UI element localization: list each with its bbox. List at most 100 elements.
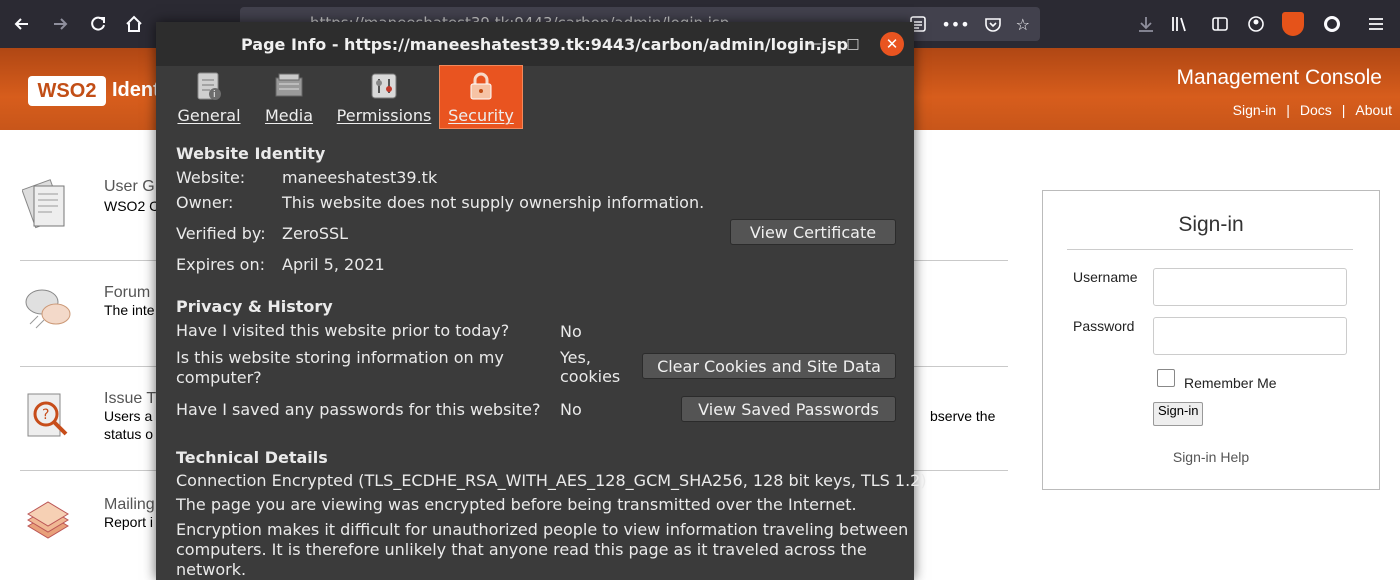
website-identity-heading: Website Identity [176,144,326,163]
arrow-left-icon [14,18,28,30]
header-nav: Sign-in | Docs | About [1233,102,1392,118]
row-title[interactable]: Mailing [104,496,155,514]
remember-me-checkbox[interactable] [1157,369,1175,387]
visited-question: Have I visited this website prior to tod… [176,321,510,340]
visited-answer: No [560,322,582,341]
passwords-answer: No [560,400,582,419]
row-desc: The inte [104,302,155,318]
account-button[interactable] [1238,6,1274,42]
more-actions-icon[interactable]: ••• [941,15,969,34]
reload-button[interactable] [80,6,116,42]
storing-question-line1: Is this website storing information on m… [176,348,504,367]
tab-permissions[interactable]: Permissions [336,66,432,128]
tab-media-label: Media [264,106,314,125]
forum-icon [25,289,71,329]
username-input[interactable] [1153,268,1347,306]
row-title[interactable]: User G [104,178,155,196]
library-button[interactable] [1162,6,1198,42]
encryption-desc-line3: network. [176,560,247,579]
row-desc: Report i [104,514,154,530]
owner-label: Owner: [176,193,234,212]
signin-title: Sign-in [1178,213,1244,236]
tab-general-label: General [177,106,241,125]
tab-media[interactable]: Media [264,66,314,128]
owner-value: This website does not supply ownership i… [282,193,705,212]
tab-general[interactable]: i General [177,66,241,128]
page-info-dialog: Page Info - https://maneeshatest39.tk:94… [156,22,927,580]
row-title[interactable]: Issue T [104,390,156,408]
storing-question-line2: computer? [176,368,262,387]
home-icon [126,15,142,32]
username-label: Username [1073,269,1138,285]
technical-details-heading: Technical Details [176,448,328,467]
verified-by-label: Verified by: [176,224,266,243]
reload-icon [91,16,105,31]
back-button[interactable] [4,6,40,42]
library-icon [1172,17,1186,32]
extension-button[interactable] [1314,6,1350,42]
media-icon [275,73,303,97]
lock-icon [470,72,492,100]
signin-help-link[interactable]: Sign-in Help [1043,449,1379,465]
verified-by-value: ZeroSSL [282,224,349,243]
connection-encrypted-text: Connection Encrypted (TLS_ECDHE_RSA_WITH… [176,471,927,490]
tab-security[interactable]: Security [439,65,523,129]
encryption-desc-line1: Encryption makes it difficult for unauth… [176,520,909,539]
storing-answer-line2: cookies [560,367,621,386]
row-desc: WSO2 C [104,198,160,214]
clear-cookies-button[interactable]: Clear Cookies and Site Data [642,353,896,379]
wso2-logo: WSO2 [28,76,106,106]
passwords-question: Have I saved any passwords for this webs… [176,400,541,419]
issue-tracker-icon: ? [27,393,68,437]
url-actions: ••• ☆ [909,7,1030,41]
row-desc-trail: bserve the [930,408,996,424]
expires-on-value: April 5, 2021 [282,255,385,274]
password-label: Password [1073,318,1135,334]
dialog-titlebar: Page Info - https://maneeshatest39.tk:94… [156,22,914,66]
storing-answer-line1: Yes, [560,348,591,367]
forward-button[interactable] [42,6,78,42]
expires-on-label: Expires on: [176,255,265,274]
pocket-icon[interactable] [984,15,1002,33]
bookmark-star-icon[interactable]: ☆ [1016,15,1030,34]
nav-separator: | [1286,102,1290,118]
password-input[interactable] [1153,317,1347,355]
permissions-icon [371,73,397,99]
website-label: Website: [176,168,246,187]
remember-me-label: Remember Me [1184,375,1277,391]
row-desc-line2: status o [104,426,154,442]
nav-docs-link[interactable]: Docs [1300,102,1332,118]
management-console-title: Management Console [1176,66,1382,89]
account-icon [1248,16,1264,32]
close-icon[interactable]: ✕ [880,32,904,56]
privacy-history-heading: Privacy & History [176,297,333,316]
tab-security-label: Security [448,106,514,125]
tab-permissions-label: Permissions [336,106,432,125]
svg-text:i: i [213,90,216,100]
nav-signin-link[interactable]: Sign-in [1233,102,1277,118]
nav-separator: | [1341,102,1346,118]
dialog-title: Page Info - https://maneeshatest39.tk:94… [241,35,848,54]
maximize-icon[interactable]: □ [841,32,865,56]
signin-button[interactable]: Sign-in [1153,402,1204,426]
encrypted-explanation: The page you are viewing was encrypted b… [176,495,857,514]
sidebar-icon [1212,17,1228,31]
view-certificate-button[interactable]: View Certificate [730,219,896,245]
menu-button[interactable] [1358,6,1394,42]
sidebar-button[interactable] [1202,6,1238,42]
hamburger-menu-icon [1369,18,1383,30]
view-saved-passwords-button[interactable]: View Saved Passwords [681,396,896,422]
user-guide-icon [22,179,65,229]
home-button[interactable] [116,6,152,42]
minimize-icon[interactable]: — [803,32,827,56]
extension-shield-icon[interactable] [1282,12,1304,36]
general-icon: i [197,72,221,100]
nav-about-link[interactable]: About [1355,102,1392,118]
extension-circle-icon [1324,16,1340,32]
downloads-button[interactable] [1128,6,1164,42]
row-desc: Users a [104,408,153,424]
row-title[interactable]: Forum [104,284,150,302]
mailing-list-icon [27,501,69,539]
svg-text:?: ? [42,407,49,423]
divider [1067,249,1353,250]
